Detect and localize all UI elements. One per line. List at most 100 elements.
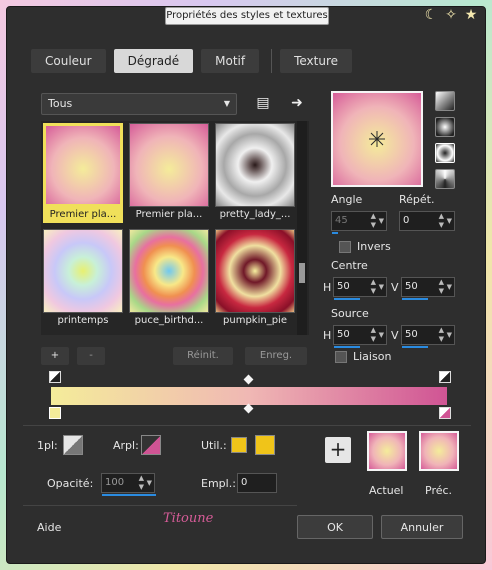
user-color-small-swatch[interactable] bbox=[231, 437, 247, 453]
gradient-thumb[interactable]: Premier pla... bbox=[43, 123, 123, 223]
center-point-icon[interactable] bbox=[333, 93, 421, 185]
location-input[interactable]: 0 bbox=[237, 473, 277, 493]
opacity-midpoint[interactable] bbox=[243, 374, 254, 385]
link-label: Liaison bbox=[353, 350, 392, 363]
tab-separator bbox=[271, 49, 273, 73]
current-label: Actuel bbox=[369, 484, 404, 497]
chevron-down-icon[interactable]: ▼ bbox=[447, 212, 452, 230]
gradient-label: pumpkin_pie bbox=[223, 315, 287, 326]
rectangular-gradient-icon[interactable] bbox=[435, 117, 455, 137]
gradient-swatch bbox=[129, 229, 209, 313]
location-label: Empl.: bbox=[201, 477, 236, 490]
gradient-list-scrollbar[interactable] bbox=[297, 121, 307, 335]
center-h-slider-bar[interactable] bbox=[334, 298, 360, 300]
angle-slider-bar[interactable] bbox=[332, 232, 338, 234]
gradient-style-buttons bbox=[435, 91, 455, 195]
add-gradient-button[interactable]: + bbox=[41, 347, 69, 365]
tab-texture[interactable]: Texture bbox=[280, 49, 353, 73]
invert-checkbox[interactable] bbox=[339, 241, 351, 253]
gradient-thumb[interactable]: Premier pla... bbox=[129, 123, 209, 223]
window-title: Propriétés des styles et textures bbox=[165, 7, 329, 25]
help-link[interactable]: Aide bbox=[37, 521, 61, 534]
save-gradient-button[interactable]: Enreg. bbox=[245, 347, 307, 365]
add-current-button[interactable]: + bbox=[325, 437, 351, 463]
previous-label: Préc. bbox=[425, 484, 453, 497]
sunburst-gradient-icon[interactable] bbox=[435, 143, 455, 163]
user-color-swatch[interactable] bbox=[255, 435, 275, 455]
center-v-slider-bar[interactable] bbox=[402, 298, 428, 300]
scrollbar-thumb[interactable] bbox=[299, 263, 305, 283]
previous-swatch[interactable] bbox=[419, 431, 459, 471]
gradient-thumb[interactable]: puce_birthd... bbox=[129, 229, 209, 329]
center-v-input[interactable]: 50 ▲ ▼ ▼ bbox=[401, 277, 455, 300]
source-h-slider-bar[interactable] bbox=[334, 346, 360, 348]
opacity-stop-start[interactable] bbox=[49, 371, 61, 383]
source-h-label: H bbox=[323, 329, 332, 342]
opacity-input[interactable]: 100 ▲ ▼ ▼ bbox=[101, 473, 156, 496]
spin-arrows-icon[interactable]: ▲ ▼ bbox=[371, 212, 376, 230]
tab-degrade[interactable]: Dégradé bbox=[113, 49, 194, 73]
color-stop-start[interactable] bbox=[49, 407, 61, 419]
chevron-down-icon[interactable]: ▼ bbox=[379, 278, 384, 296]
linear-gradient-icon[interactable] bbox=[435, 91, 455, 111]
source-v-label: V bbox=[391, 329, 399, 342]
spin-arrows-icon[interactable]: ▲ ▼ bbox=[371, 326, 376, 344]
list-view-icon[interactable]: ▤ bbox=[253, 93, 273, 113]
current-swatch[interactable] bbox=[367, 431, 407, 471]
ok-button[interactable]: OK bbox=[297, 515, 373, 539]
gradient-preview[interactable] bbox=[331, 91, 423, 187]
star-icon[interactable]: ★ bbox=[463, 7, 479, 23]
repeat-label: Répét. bbox=[399, 193, 435, 206]
center-h-input[interactable]: 50 ▲ ▼ ▼ bbox=[333, 277, 387, 300]
remove-gradient-button[interactable]: - bbox=[77, 347, 105, 365]
gradient-label: Premier pla... bbox=[135, 209, 203, 220]
user-color-label: Util.: bbox=[201, 439, 227, 452]
foreground-label: 1pl: bbox=[37, 439, 58, 452]
center-v-value: 50 bbox=[405, 281, 418, 292]
opacity-label: Opacité: bbox=[47, 477, 94, 490]
center-v-label: V bbox=[391, 281, 399, 294]
gradient-thumb[interactable]: pretty_lady_... bbox=[215, 123, 295, 223]
gradient-swatch bbox=[215, 123, 295, 207]
angle-input[interactable]: 45 ▲ ▼ ▼ bbox=[331, 211, 387, 234]
gradient-thumb[interactable]: printemps bbox=[43, 229, 123, 329]
signature-watermark: Titoune bbox=[163, 511, 214, 526]
tab-motif[interactable]: Motif bbox=[201, 49, 260, 73]
moon-icon[interactable]: ☾ bbox=[423, 7, 439, 23]
chevron-down-icon[interactable]: ▼ bbox=[379, 326, 384, 344]
color-stop-end[interactable] bbox=[439, 407, 451, 419]
link-checkbox[interactable] bbox=[335, 351, 347, 363]
color-midpoint[interactable] bbox=[243, 403, 254, 414]
gradient-label: puce_birthd... bbox=[134, 315, 204, 326]
cancel-button[interactable]: Annuler bbox=[381, 515, 463, 539]
source-v-value: 50 bbox=[405, 329, 418, 340]
tab-couleur[interactable]: Couleur bbox=[31, 49, 106, 73]
spin-arrows-icon[interactable]: ▲ ▼ bbox=[439, 212, 444, 230]
opacity-stop-end[interactable] bbox=[439, 371, 451, 383]
arrow-right-icon[interactable]: ➜ bbox=[287, 93, 307, 113]
source-v-input[interactable]: 50 ▲ ▼ ▼ bbox=[401, 325, 455, 348]
reset-button[interactable]: Réinit. bbox=[173, 347, 233, 365]
titlebar-icons: ☾ ✧ ★ bbox=[423, 7, 479, 23]
spin-arrows-icon[interactable]: ▲ ▼ bbox=[439, 278, 444, 296]
star-swirl-icon[interactable]: ✧ bbox=[443, 7, 459, 23]
chevron-down-icon[interactable]: ▼ bbox=[379, 212, 384, 230]
gradient-swatch bbox=[43, 229, 123, 313]
foreground-stop-icon[interactable] bbox=[63, 435, 83, 455]
radial-gradient-icon[interactable] bbox=[435, 169, 455, 189]
chevron-down-icon[interactable]: ▼ bbox=[147, 474, 152, 492]
chevron-down-icon[interactable]: ▼ bbox=[447, 278, 452, 296]
spin-arrows-icon[interactable]: ▲ ▼ bbox=[139, 474, 144, 492]
opacity-slider-bar[interactable] bbox=[102, 494, 156, 496]
background-stop-icon[interactable] bbox=[141, 435, 161, 455]
gradient-thumb[interactable]: pumpkin_pie bbox=[215, 229, 295, 329]
repeat-input[interactable]: 0 ▲ ▼ ▼ bbox=[399, 211, 455, 231]
gradient-swatch bbox=[129, 123, 209, 207]
source-v-slider-bar[interactable] bbox=[402, 346, 428, 348]
spin-arrows-icon[interactable]: ▲ ▼ bbox=[371, 278, 376, 296]
gradient-filter-select[interactable]: Tous ▼ bbox=[41, 93, 237, 115]
spin-arrows-icon[interactable]: ▲ ▼ bbox=[439, 326, 444, 344]
chevron-down-icon[interactable]: ▼ bbox=[447, 326, 452, 344]
gradient-editor-bar[interactable] bbox=[51, 387, 447, 405]
source-h-input[interactable]: 50 ▲ ▼ ▼ bbox=[333, 325, 387, 348]
